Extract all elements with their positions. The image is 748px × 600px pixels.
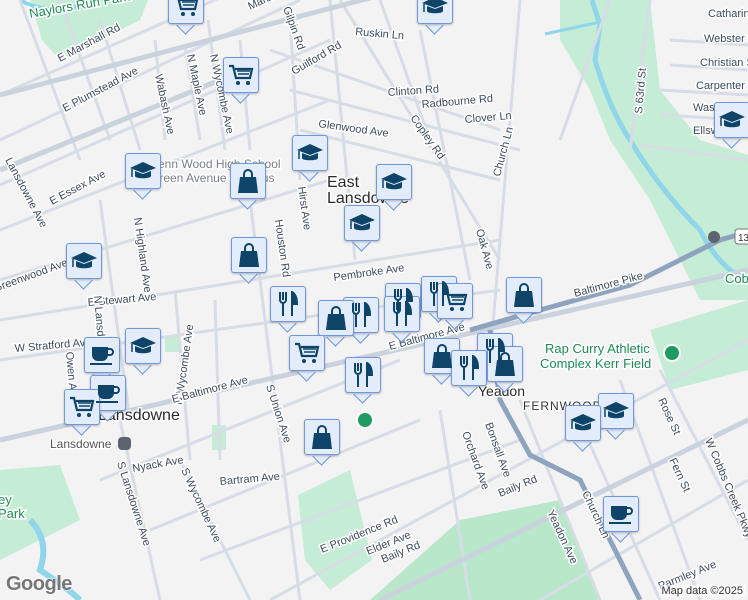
school-marker[interactable]	[598, 393, 634, 440]
cart-icon	[168, 0, 204, 24]
cart-icon	[437, 283, 473, 319]
school-marker[interactable]	[66, 243, 102, 290]
restaurant-icon	[345, 357, 381, 393]
bus-stop-icon	[708, 231, 720, 243]
label-ridley-2: Park	[0, 506, 25, 521]
restaurant-marker[interactable]	[451, 350, 487, 397]
park-pin-icon[interactable]	[356, 411, 374, 429]
cart-icon	[223, 57, 259, 93]
cart-marker[interactable]	[223, 57, 259, 104]
cart-icon	[64, 389, 100, 425]
label-carpenter: Carpenter St	[696, 80, 748, 92]
coffee-marker[interactable]	[603, 496, 639, 543]
coffee-icon	[84, 337, 120, 373]
restaurant-icon	[451, 350, 487, 386]
coffee-icon	[603, 496, 639, 532]
restaurant-icon	[270, 286, 306, 322]
school-icon	[598, 393, 634, 429]
school-marker[interactable]	[565, 405, 601, 452]
school-icon	[565, 405, 601, 441]
school-marker[interactable]	[344, 205, 380, 252]
school-marker[interactable]	[417, 0, 453, 35]
restaurant-marker[interactable]	[345, 357, 381, 404]
restaurant-marker[interactable]	[384, 296, 420, 343]
bag-icon	[304, 419, 340, 455]
bag-marker[interactable]	[506, 277, 542, 324]
restaurant-icon	[384, 296, 420, 332]
school-marker[interactable]	[714, 102, 748, 149]
label-ridley-1: ey	[0, 492, 12, 507]
bag-icon	[318, 300, 354, 336]
school-icon	[125, 328, 161, 364]
label-east-lansdowne-1: East	[327, 174, 360, 191]
label-christian: Christian St	[700, 57, 748, 69]
cart-marker[interactable]	[437, 283, 473, 330]
bag-marker[interactable]	[304, 419, 340, 466]
park-pin-icon[interactable]	[663, 344, 681, 362]
school-icon	[376, 164, 412, 200]
school-marker[interactable]	[125, 153, 161, 200]
school-marker[interactable]	[125, 328, 161, 375]
map-data-credit[interactable]: Map data ©2025	[658, 585, 746, 597]
label-rap-curry-1: Rap Curry Athletic	[545, 341, 650, 356]
cart-marker[interactable]	[168, 0, 204, 35]
bag-marker[interactable]	[231, 237, 267, 284]
school-icon	[714, 102, 748, 138]
label-rap-curry-2: Complex Kerr Field	[540, 356, 651, 371]
label-cobbs: Cobbs Creek	[725, 271, 748, 286]
label-webster: Webster St	[704, 33, 748, 45]
train-station-icon	[118, 437, 131, 450]
bag-icon	[230, 163, 266, 199]
school-icon	[417, 0, 453, 24]
label-route: 13	[738, 233, 748, 244]
school-icon	[66, 243, 102, 279]
label-lansdowne-station: Lansdowne	[50, 437, 112, 451]
school-marker[interactable]	[376, 164, 412, 211]
bag-marker[interactable]	[230, 163, 266, 210]
google-logo: Google	[6, 573, 72, 595]
cart-marker[interactable]	[64, 389, 100, 436]
cart-marker[interactable]	[289, 335, 325, 382]
label-catharine: Catharine St	[708, 8, 748, 20]
school-icon	[292, 135, 328, 171]
bag-icon	[506, 277, 542, 313]
school-icon	[344, 205, 380, 241]
restaurant-marker[interactable]	[270, 286, 306, 333]
school-icon	[125, 153, 161, 189]
bag-icon	[231, 237, 267, 273]
school-marker[interactable]	[292, 135, 328, 182]
cart-icon	[289, 335, 325, 371]
